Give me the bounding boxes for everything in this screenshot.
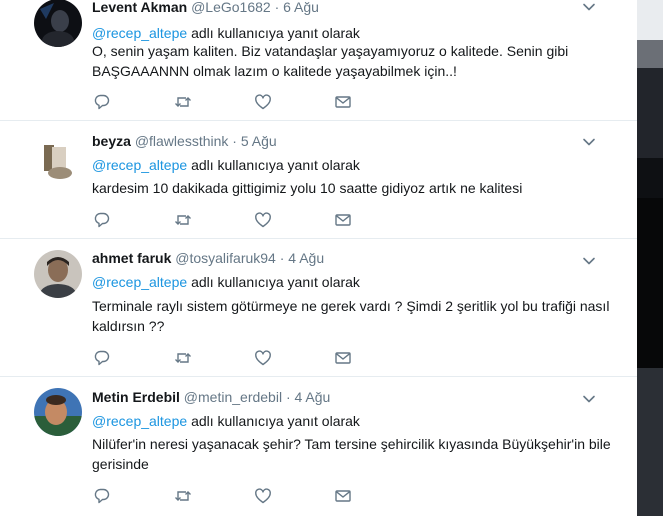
author-name[interactable]: Metin Erdebil bbox=[92, 389, 180, 405]
chevron-down-icon[interactable] bbox=[582, 392, 596, 406]
envelope-icon[interactable] bbox=[334, 349, 352, 367]
reply-context: @recep_altepe adlı kullanıcıya yanıt ola… bbox=[92, 24, 360, 42]
reply-mention-link[interactable]: @recep_altepe bbox=[92, 274, 187, 290]
tweet-text: O, senin yaşam kaliten. Biz vatandaşlar … bbox=[92, 43, 569, 79]
reply-icon[interactable] bbox=[93, 349, 111, 367]
tweet-item[interactable]: ahmet faruk @tosyalifaruk94 · 4 Ağu @rec… bbox=[0, 239, 637, 377]
tweet-item[interactable]: beyza @flawlessthink · 5 Ağu @recep_alte… bbox=[0, 121, 637, 239]
page-background-overlay bbox=[637, 0, 663, 516]
author-name[interactable]: ahmet faruk bbox=[92, 250, 171, 266]
reply-icon[interactable] bbox=[93, 93, 111, 111]
tweet-header: ahmet faruk @tosyalifaruk94 · 4 Ağu bbox=[92, 249, 324, 267]
retweet-icon[interactable] bbox=[174, 211, 192, 229]
envelope-icon[interactable] bbox=[334, 93, 352, 111]
tweet-text: kardesim 10 dakikada gittigimiz yolu 10 … bbox=[92, 180, 523, 196]
heart-icon[interactable] bbox=[254, 211, 272, 229]
avatar[interactable] bbox=[34, 250, 82, 298]
tweet-actions bbox=[92, 487, 392, 505]
tweet-actions bbox=[92, 349, 392, 367]
author-handle[interactable]: @LeGo1682 bbox=[191, 0, 271, 15]
reply-context-text: adlı kullanıcıya yanıt olarak bbox=[191, 274, 360, 290]
envelope-icon[interactable] bbox=[334, 211, 352, 229]
tweet-header: Levent Akman @LeGo1682 · 6 Ağu bbox=[92, 0, 319, 16]
chevron-down-icon[interactable] bbox=[582, 0, 596, 14]
tweet-header: Metin Erdebil @metin_erdebil · 4 Ağu bbox=[92, 388, 330, 406]
reply-mention-link[interactable]: @recep_altepe bbox=[92, 413, 187, 429]
reply-icon[interactable] bbox=[93, 487, 111, 505]
reply-context: @recep_altepe adlı kullanıcıya yanıt ola… bbox=[92, 156, 360, 174]
reply-context: @recep_altepe adlı kullanıcıya yanıt ola… bbox=[92, 273, 360, 291]
chevron-down-icon[interactable] bbox=[582, 135, 596, 149]
chevron-down-icon[interactable] bbox=[582, 254, 596, 268]
author-handle[interactable]: @tosyalifaruk94 bbox=[175, 250, 276, 266]
reply-icon[interactable] bbox=[93, 211, 111, 229]
tweet-actions bbox=[92, 93, 392, 111]
reply-context: @recep_altepe adlı kullanıcıya yanıt ola… bbox=[92, 412, 360, 430]
author-handle[interactable]: @metin_erdebil bbox=[184, 389, 282, 405]
tweet-timeline: Levent Akman @LeGo1682 · 6 Ağu @recep_al… bbox=[0, 0, 637, 516]
tweet-timestamp[interactable]: 4 Ağu bbox=[295, 389, 331, 405]
avatar[interactable] bbox=[34, 388, 82, 436]
tweet-header: beyza @flawlessthink · 5 Ağu bbox=[92, 132, 277, 150]
author-name[interactable]: beyza bbox=[92, 133, 131, 149]
avatar[interactable] bbox=[34, 0, 82, 47]
avatar[interactable] bbox=[34, 133, 82, 181]
tweet-item[interactable]: Metin Erdebil @metin_erdebil · 4 Ağu @re… bbox=[0, 377, 637, 516]
tweet-text: Nilüfer'in neresi yaşanacak şehir? Tam t… bbox=[92, 436, 611, 472]
envelope-icon[interactable] bbox=[334, 487, 352, 505]
tweet-actions bbox=[92, 211, 392, 229]
retweet-icon[interactable] bbox=[174, 349, 192, 367]
separator-dot: · bbox=[274, 0, 280, 15]
tweet-text: Terminale raylı sistem götürmeye ne gere… bbox=[92, 298, 610, 334]
reply-context-text: adlı kullanıcıya yanıt olarak bbox=[191, 413, 360, 429]
tweet-timestamp[interactable]: 5 Ağu bbox=[241, 133, 277, 149]
heart-icon[interactable] bbox=[254, 93, 272, 111]
author-name[interactable]: Levent Akman bbox=[92, 0, 187, 15]
retweet-icon[interactable] bbox=[174, 487, 192, 505]
reply-mention-link[interactable]: @recep_altepe bbox=[92, 25, 187, 41]
tweet-item[interactable]: Levent Akman @LeGo1682 · 6 Ağu @recep_al… bbox=[0, 0, 637, 121]
separator-dot: · bbox=[232, 133, 237, 149]
separator-dot: · bbox=[285, 389, 291, 405]
heart-icon[interactable] bbox=[254, 349, 272, 367]
author-handle[interactable]: @flawlessthink bbox=[135, 133, 229, 149]
retweet-icon[interactable] bbox=[174, 93, 192, 111]
heart-icon[interactable] bbox=[254, 487, 272, 505]
tweet-timestamp[interactable]: 4 Ağu bbox=[288, 250, 324, 266]
tweet-timestamp[interactable]: 6 Ağu bbox=[283, 0, 319, 15]
reply-context-text: adlı kullanıcıya yanıt olarak bbox=[191, 25, 360, 41]
reply-mention-link[interactable]: @recep_altepe bbox=[92, 157, 187, 173]
reply-context-text: adlı kullanıcıya yanıt olarak bbox=[191, 157, 360, 173]
separator-dot: · bbox=[279, 250, 285, 266]
